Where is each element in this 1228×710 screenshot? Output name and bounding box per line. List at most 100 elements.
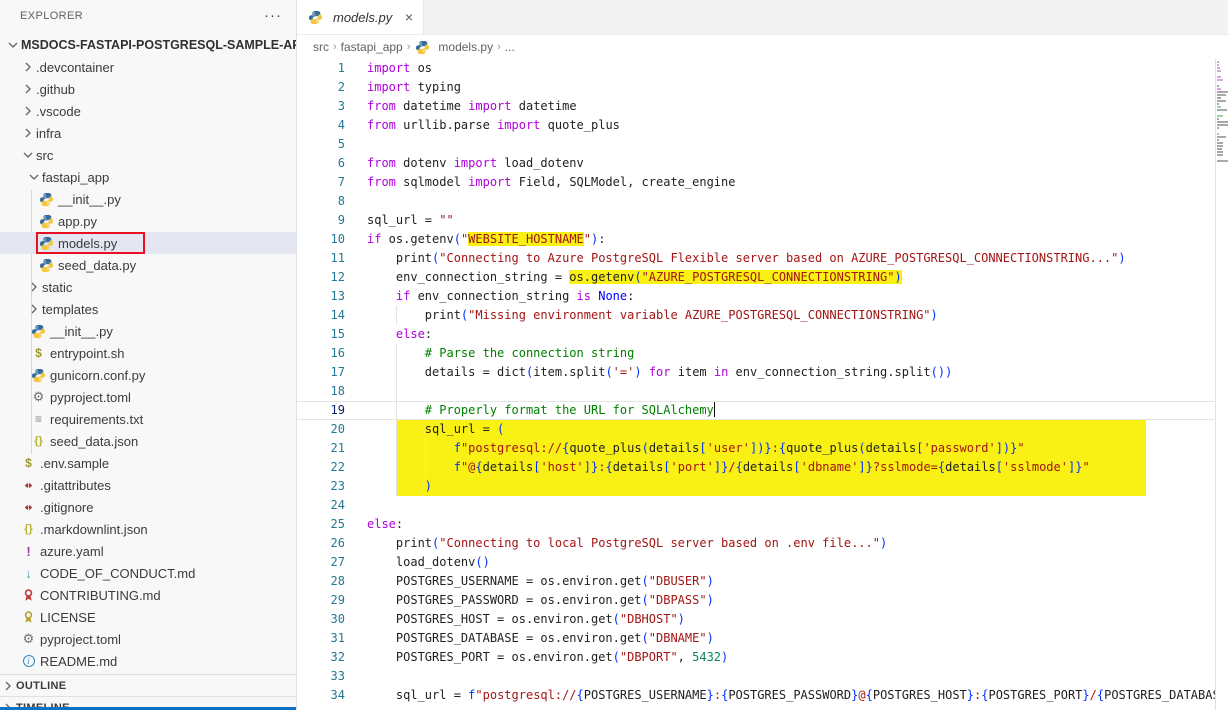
tree-item--gitignore[interactable]: .gitignore <box>0 496 296 518</box>
code-line-14[interactable]: 14 print("Missing environment variable A… <box>297 306 1228 325</box>
code-line-5[interactable]: 5 <box>297 135 1228 154</box>
tree-item-static[interactable]: static <box>0 276 296 298</box>
tree-item-seed-data-py[interactable]: seed_data.py <box>0 254 296 276</box>
chevron-down-icon[interactable] <box>26 169 42 185</box>
tree-item-contributing-md[interactable]: CONTRIBUTING.md <box>0 584 296 606</box>
code-line-22[interactable]: 22 f"@{details['host']}:{details['port']… <box>297 458 1228 477</box>
more-actions-icon[interactable]: ··· <box>264 11 282 21</box>
tree-item-requirements-txt[interactable]: ≡requirements.txt <box>0 408 296 430</box>
code-line-29[interactable]: 29 POSTGRES_PASSWORD = os.environ.get("D… <box>297 591 1228 610</box>
tree-item-label: app.py <box>58 214 97 229</box>
code-line-18[interactable]: 18 <box>297 382 1228 401</box>
minimap[interactable] <box>1215 59 1228 710</box>
chevron-right-icon[interactable] <box>20 81 36 97</box>
line-number: 8 <box>297 192 359 211</box>
code-line-16[interactable]: 16 # Parse the connection string <box>297 344 1228 363</box>
tree-item--devcontainer[interactable]: .devcontainer <box>0 56 296 78</box>
code-line-24[interactable]: 24 <box>297 496 1228 515</box>
code-line-19[interactable]: 19 # Properly format the URL for SQLAlch… <box>297 401 1228 420</box>
tree-item-models-py[interactable]: models.py <box>0 232 296 254</box>
code-line-21[interactable]: 21 f"postgresql://{quote_plus(details['u… <box>297 439 1228 458</box>
code-text: sql_url = f"postgresql://{POSTGRES_USERN… <box>367 686 1228 705</box>
tree-item-gunicorn-conf-py[interactable]: gunicorn.conf.py <box>0 364 296 386</box>
tree-item--init-py[interactable]: __init__.py <box>0 320 296 342</box>
tree-root-msdocs-fastapi-postgresql-sample-app-git-[interactable]: MSDOCS-FASTAPI-POSTGRESQL-SAMPLE-APP [GI… <box>0 34 296 56</box>
tree-item-pyproject-toml[interactable]: ⚙pyproject.toml <box>0 386 296 408</box>
code-line-20[interactable]: 20 sql_url = ( <box>297 420 1228 439</box>
code-line-11[interactable]: 11 print("Connecting to Azure PostgreSQL… <box>297 249 1228 268</box>
breadcrumb-item-src[interactable]: src <box>313 40 329 54</box>
outline-section-header[interactable]: OUTLINE <box>0 674 296 696</box>
breadcrumb-item--[interactable]: ... <box>505 40 515 54</box>
indent-guide <box>396 420 397 439</box>
chevron-right-icon[interactable] <box>26 279 42 295</box>
line-number: 4 <box>297 116 359 135</box>
code-line-32[interactable]: 32 POSTGRES_PORT = os.environ.get("DBPOR… <box>297 648 1228 667</box>
tree-item--markdownlint-json[interactable]: {}.markdownlint.json <box>0 518 296 540</box>
tree-item-fastapi-app[interactable]: fastapi_app <box>0 166 296 188</box>
chevron-right-icon[interactable] <box>20 103 36 119</box>
minimap-line <box>1217 121 1228 123</box>
code-line-1[interactable]: 1import os <box>297 59 1228 78</box>
code-line-30[interactable]: 30 POSTGRES_HOST = os.environ.get("DBHOS… <box>297 610 1228 629</box>
tree-item-label: src <box>36 148 53 163</box>
code-line-10[interactable]: 10if os.getenv("WEBSITE_HOSTNAME"): <box>297 230 1228 249</box>
code-line-34[interactable]: 34 sql_url = f"postgresql://{POSTGRES_US… <box>297 686 1228 705</box>
code-line-8[interactable]: 8 <box>297 192 1228 211</box>
code-line-27[interactable]: 27 load_dotenv() <box>297 553 1228 572</box>
chevron-right-icon[interactable] <box>20 59 36 75</box>
line-number: 5 <box>297 135 359 154</box>
breadcrumb-item-models-py[interactable]: models.py <box>414 39 493 55</box>
close-icon[interactable]: × <box>405 9 413 25</box>
code-line-31[interactable]: 31 POSTGRES_DATABASE = os.environ.get("D… <box>297 629 1228 648</box>
code-line-12[interactable]: 12 env_connection_string = os.getenv("AZ… <box>297 268 1228 287</box>
tree-item-src[interactable]: src <box>0 144 296 166</box>
line-number: 29 <box>297 591 359 610</box>
tree-item--init-py[interactable]: __init__.py <box>0 188 296 210</box>
tree-item-azure-yaml[interactable]: !azure.yaml <box>0 540 296 562</box>
code-line-6[interactable]: 6from dotenv import load_dotenv <box>297 154 1228 173</box>
code-line-25[interactable]: 25else: <box>297 515 1228 534</box>
tree-item-templates[interactable]: templates <box>0 298 296 320</box>
tree-item--env-sample[interactable]: $.env.sample <box>0 452 296 474</box>
indent-guide <box>396 382 397 401</box>
tree-item-label: .devcontainer <box>36 60 114 75</box>
tree-item-app-py[interactable]: app.py <box>0 210 296 232</box>
tree-item--vscode[interactable]: .vscode <box>0 100 296 122</box>
tree-item-seed-data-json[interactable]: {}seed_data.json <box>0 430 296 452</box>
code-line-3[interactable]: 3from datetime import datetime <box>297 97 1228 116</box>
code-line-23[interactable]: 23 ) <box>297 477 1228 496</box>
chevron-right-icon[interactable] <box>20 125 36 141</box>
code-text: else: <box>367 325 432 344</box>
tab-models-py[interactable]: models.py × <box>297 0 424 34</box>
code-line-33[interactable]: 33 <box>297 667 1228 686</box>
code-line-15[interactable]: 15 else: <box>297 325 1228 344</box>
code-editor[interactable]: 1import os2import typing3from datetime i… <box>297 59 1228 710</box>
line-number: 34 <box>297 686 359 705</box>
minimap-line <box>1217 91 1228 93</box>
chevron-right-icon[interactable] <box>26 301 42 317</box>
minimap-line <box>1217 100 1226 102</box>
code-line-9[interactable]: 9sql_url = "" <box>297 211 1228 230</box>
code-line-26[interactable]: 26 print("Connecting to local PostgreSQL… <box>297 534 1228 553</box>
code-line-4[interactable]: 4from urllib.parse import quote_plus <box>297 116 1228 135</box>
chevron-down-icon[interactable] <box>20 147 36 163</box>
code-line-28[interactable]: 28 POSTGRES_USERNAME = os.environ.get("D… <box>297 572 1228 591</box>
certificate-icon <box>20 609 37 625</box>
tree-item-infra[interactable]: infra <box>0 122 296 144</box>
text-cursor <box>714 402 716 417</box>
tree-item-readme-md[interactable]: iREADME.md <box>0 650 296 672</box>
chevron-down-icon[interactable] <box>5 37 21 53</box>
indent-guide <box>396 439 397 458</box>
tree-item-code-of-conduct-md[interactable]: ↓CODE_OF_CONDUCT.md <box>0 562 296 584</box>
code-line-13[interactable]: 13 if env_connection_string is None: <box>297 287 1228 306</box>
code-line-17[interactable]: 17 details = dict(item.split('=') for it… <box>297 363 1228 382</box>
tree-item-license[interactable]: LICENSE <box>0 606 296 628</box>
breadcrumb-item-fastapi-app[interactable]: fastapi_app <box>341 40 403 54</box>
code-line-7[interactable]: 7from sqlmodel import Field, SQLModel, c… <box>297 173 1228 192</box>
tree-item-pyproject-toml[interactable]: ⚙pyproject.toml <box>0 628 296 650</box>
tree-item--github[interactable]: .github <box>0 78 296 100</box>
tree-item--gitattributes[interactable]: .gitattributes <box>0 474 296 496</box>
tree-item-entrypoint-sh[interactable]: $entrypoint.sh <box>0 342 296 364</box>
code-line-2[interactable]: 2import typing <box>297 78 1228 97</box>
